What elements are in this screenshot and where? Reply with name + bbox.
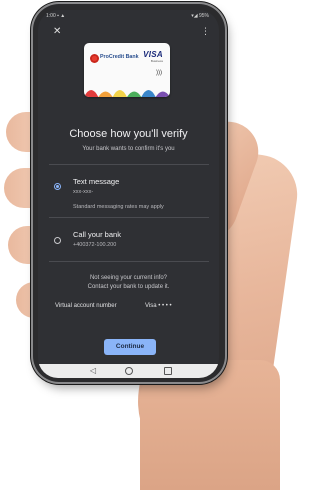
option-text-message-note: Standard messaging rates may apply <box>73 204 164 210</box>
status-left: 1:00 ▪ ▲ <box>46 13 66 19</box>
phone-screen: 1:00 ▪ ▲ ▾◢ 95% ✕ ⋮ ProCredit Bank VISA … <box>38 10 219 378</box>
card-network-sub: Business <box>150 59 163 63</box>
card-art: ProCredit Bank VISA Business ))) <box>84 43 170 97</box>
card-stripe <box>127 91 142 97</box>
card-stripe <box>84 90 99 97</box>
radio-call-bank[interactable] <box>54 237 61 244</box>
divider <box>49 261 209 262</box>
continue-button[interactable]: Continue <box>104 339 156 355</box>
info-line-1: Not seeing your current info? <box>89 275 168 281</box>
android-nav-bar: ◁ <box>38 364 219 378</box>
dialog-subtitle: Your bank wants to confirm it's you <box>82 146 175 152</box>
back-triangle-icon[interactable]: ◁ <box>90 366 96 375</box>
radio-text-message[interactable] <box>54 183 61 190</box>
option-call-bank-detail: +400372-100.200 <box>73 242 117 248</box>
card-stripe <box>141 90 156 97</box>
status-right: ▾◢ 95% <box>191 13 209 19</box>
card-stripe <box>112 90 127 97</box>
option-text-message-detail: xxx-xxx- <box>73 189 94 195</box>
option-call-bank-label[interactable]: Call your bank <box>73 230 121 239</box>
card-network: VISA <box>143 50 163 59</box>
card-bank-name: ProCredit Bank <box>100 54 139 60</box>
card-stripe <box>155 91 170 97</box>
divider <box>49 164 209 165</box>
info-text: Not seeing your current info? Contact yo… <box>38 274 219 291</box>
bank-logo-icon <box>90 54 99 63</box>
virtual-account-label: Virtual account number <box>55 303 117 309</box>
info-line-2: Contact your bank to update it. <box>87 283 170 290</box>
recent-square-icon[interactable] <box>164 367 172 375</box>
divider <box>49 217 209 218</box>
status-bar: 1:00 ▪ ▲ ▾◢ 95% <box>38 10 219 22</box>
card-stripe <box>98 91 113 97</box>
home-circle-icon[interactable] <box>125 367 133 375</box>
card-stripes <box>84 90 170 97</box>
dialog-title: Choose how you'll verify <box>69 128 188 140</box>
contactless-icon: ))) <box>156 70 162 76</box>
virtual-account-value: Visa • • • • <box>145 303 172 309</box>
option-text-message-label[interactable]: Text message <box>73 177 119 186</box>
close-icon[interactable]: ✕ <box>53 26 61 37</box>
more-vert-icon[interactable]: ⋮ <box>201 26 210 37</box>
